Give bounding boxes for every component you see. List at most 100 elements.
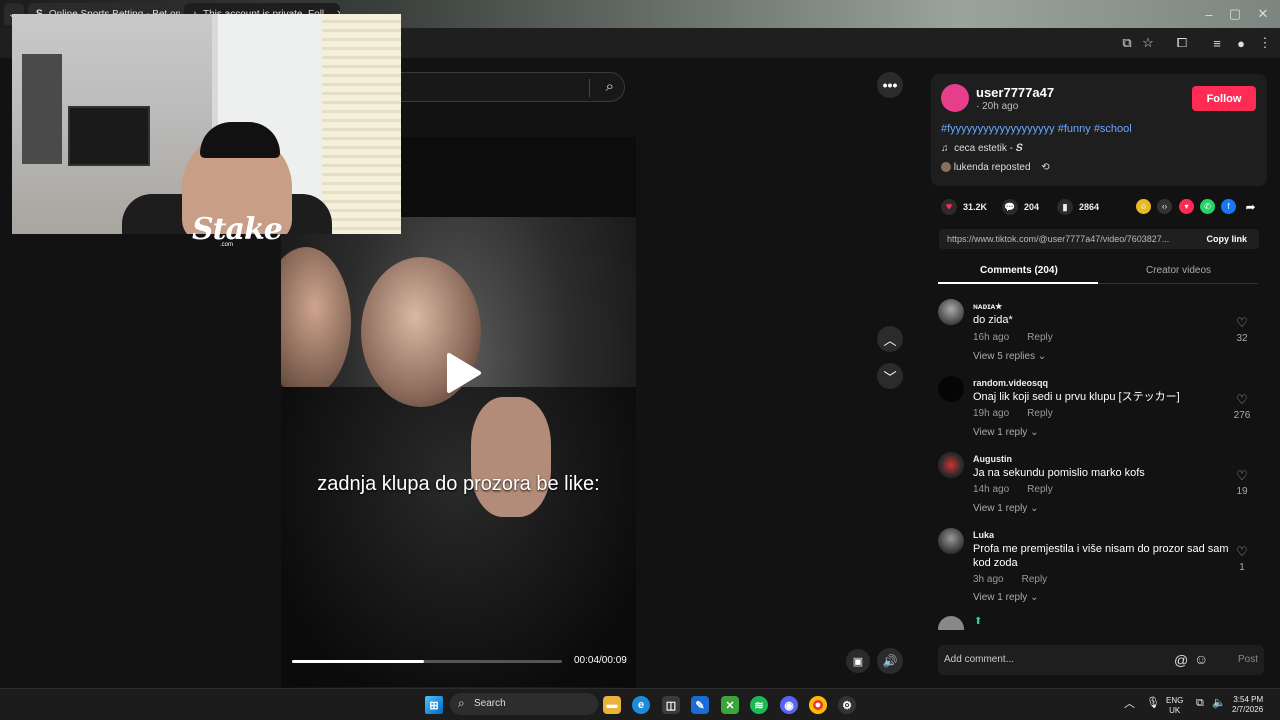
comment-avatar[interactable] xyxy=(938,528,964,554)
comment-author[interactable]: Luka xyxy=(973,530,994,540)
view-replies-button[interactable]: View 5 replies ⌄ xyxy=(973,351,1046,362)
follow-button[interactable]: Follow xyxy=(1192,86,1256,111)
volume-icon[interactable]: 🔊 xyxy=(877,648,903,674)
comment-like[interactable]: ♡ 276 xyxy=(1232,392,1252,421)
xbox-icon[interactable]: ✕ xyxy=(721,696,739,714)
heart-outline-icon[interactable]: ♡ xyxy=(1232,315,1252,331)
video-progress-bar[interactable] xyxy=(292,660,562,663)
windows-taskbar: ⊞ ▬ e ◫ ✎ ✕ ≋ ◉ ● ⚙ ︿ 🎙 ENG UK ⧉ 🔈 3:54 P… xyxy=(0,688,1280,720)
comment-like[interactable]: ♡ 32 xyxy=(1232,315,1252,344)
microphone-icon[interactable]: 🎙 xyxy=(1146,698,1160,709)
whatsapp-icon[interactable]: ✆ xyxy=(1200,199,1215,214)
install-app-icon[interactable]: ⧉ xyxy=(1118,34,1136,52)
bookmark-star-icon[interactable]: ☆ xyxy=(1139,34,1157,52)
comment-time: 3h ago xyxy=(973,574,1004,585)
taskbar-search[interactable]: ⌕ Search xyxy=(450,693,598,715)
comment-avatar[interactable] xyxy=(938,299,964,325)
language-indicator[interactable]: ENG UK xyxy=(1166,696,1183,716)
post-hashtags[interactable]: #fyyyyyyyyyyyyyyyyyyy #funny #school xyxy=(941,123,1132,135)
windows-start-icon[interactable]: ⊞ xyxy=(425,696,443,714)
tray-chevron-up-icon[interactable]: ︿ xyxy=(1124,699,1135,710)
chevron-down-icon: ⌄ xyxy=(1030,592,1039,603)
settings-app-icon[interactable]: ⚙ xyxy=(838,696,856,714)
comment-author[interactable]: random.videosqq xyxy=(973,378,1048,388)
maximize-icon[interactable]: ▢ xyxy=(1226,5,1244,23)
heart-icon[interactable]: ♥ xyxy=(941,199,957,215)
spotify-icon[interactable]: ≋ xyxy=(750,696,768,714)
reply-button[interactable]: Reply xyxy=(1022,574,1048,585)
search-icon[interactable]: ⌕ xyxy=(606,78,614,95)
comment-avatar[interactable] xyxy=(938,452,964,478)
chevron-down-icon[interactable]: ﹀ xyxy=(877,363,903,389)
repost-text: lukenda reposted xyxy=(953,162,1031,173)
post-music[interactable]: ♫ ceca estetik - 𝑺 xyxy=(941,143,1023,154)
speaker-icon[interactable]: 🔈 xyxy=(1212,698,1226,709)
heart-outline-icon[interactable]: ♡ xyxy=(1232,392,1252,408)
store-icon[interactable]: ◫ xyxy=(662,696,680,714)
comment-count: 204 xyxy=(1024,202,1040,212)
comment-icon[interactable]: 💬 xyxy=(1002,199,1018,215)
share-arrow-icon[interactable]: ➦ xyxy=(1243,199,1258,214)
add-comment-field[interactable]: Add comment... @ ☺ Post xyxy=(938,645,1264,675)
comment-item: Luka Profa me premjestila i više nisam d… xyxy=(938,528,1260,608)
comment-author[interactable]: Augustin xyxy=(973,454,1012,464)
reply-button[interactable]: Reply xyxy=(1027,484,1053,495)
emoji-icon[interactable]: ☺ xyxy=(1194,651,1208,667)
post-comment-button[interactable]: Post xyxy=(1238,654,1258,665)
comment-meta: 3h ago Reply xyxy=(973,574,1047,585)
comment-text: do zida* xyxy=(973,314,1013,326)
copy-link-button[interactable]: Copy link xyxy=(1206,234,1247,244)
comment-avatar[interactable] xyxy=(938,376,964,402)
view-replies-button[interactable]: View 1 reply ⌄ xyxy=(973,592,1038,603)
chevron-up-icon[interactable]: ︿ xyxy=(877,326,903,352)
pen-app-icon[interactable]: ✎ xyxy=(691,696,709,714)
mention-icon[interactable]: @ xyxy=(1174,652,1188,668)
like-stat[interactable]: ♥ 31.2K xyxy=(941,199,987,215)
comment-like[interactable]: ♡ 19 xyxy=(1232,468,1252,497)
comment-author[interactable]: ɴᴀᴅɪᴀ★ xyxy=(973,302,1002,311)
tab-creator-videos[interactable]: Creator videos xyxy=(1146,265,1211,276)
floating-player-icon[interactable]: ▣ xyxy=(846,649,870,673)
video-backdrop xyxy=(401,137,636,217)
minimize-icon[interactable]: – xyxy=(1200,5,1218,23)
facebook-icon[interactable]: f xyxy=(1221,199,1236,214)
reply-button[interactable]: Reply xyxy=(1027,408,1053,419)
comment-stat[interactable]: 💬 204 xyxy=(1002,199,1039,215)
view-replies-button[interactable]: View 1 reply ⌄ xyxy=(973,427,1038,438)
post-username[interactable]: user7777a47 xyxy=(976,85,1054,100)
search-input[interactable]: t ⌕ xyxy=(395,72,625,102)
tab-underline xyxy=(938,282,1098,284)
close-window-icon[interactable]: ✕ xyxy=(1254,5,1272,23)
chevron-down-icon: ⌄ xyxy=(1030,427,1039,438)
comment-time: 19h ago xyxy=(973,408,1010,419)
reply-button[interactable]: Reply xyxy=(1027,332,1053,343)
avatar[interactable] xyxy=(941,84,969,112)
heart-outline-icon[interactable]: ♡ xyxy=(1232,544,1252,560)
profile-avatar-icon[interactable]: ● xyxy=(1232,34,1250,52)
reading-list-icon[interactable]: ≡ xyxy=(1208,34,1226,52)
comment-meta: 16h ago Reply xyxy=(973,332,1053,343)
tab-comments[interactable]: Comments (204) xyxy=(980,265,1058,276)
embed-icon[interactable]: ‹› xyxy=(1157,199,1172,214)
browser-menu-icon[interactable]: ⋮ xyxy=(1256,34,1274,52)
more-options-icon[interactable]: ••• xyxy=(877,72,903,98)
save-stat[interactable]: ▮ 2864 xyxy=(1057,199,1099,215)
panel-tabs: Comments (204) Creator videos xyxy=(938,258,1258,284)
edge-icon[interactable]: e xyxy=(632,696,650,714)
heart-outline-icon[interactable]: ♡ xyxy=(1232,468,1252,484)
comment-item: Augustin Ja na sekundu pomislio marko ko… xyxy=(938,452,1260,522)
copy-link-field[interactable]: https://www.tiktok.com/@user7777a47/vide… xyxy=(939,229,1259,249)
send-icon[interactable]: ▾ xyxy=(1179,199,1194,214)
network-icon[interactable]: ⧉ xyxy=(1196,698,1204,709)
coin-share-icon[interactable]: ☺ xyxy=(1136,199,1151,214)
extensions-icon[interactable]: ⧠ xyxy=(1173,34,1191,52)
file-explorer-icon[interactable]: ▬ xyxy=(603,696,621,714)
play-icon[interactable] xyxy=(443,352,483,394)
comment-time: 16h ago xyxy=(973,332,1010,343)
comment-like[interactable]: ♡ 1 xyxy=(1232,544,1252,573)
view-replies-button[interactable]: View 1 reply ⌄ xyxy=(973,503,1038,514)
chrome-icon[interactable]: ● xyxy=(809,696,827,714)
bookmark-icon[interactable]: ▮ xyxy=(1057,199,1073,215)
discord-icon[interactable]: ◉ xyxy=(780,696,798,714)
clock[interactable]: 3:54 PM 2/7/2026 xyxy=(1232,695,1263,715)
